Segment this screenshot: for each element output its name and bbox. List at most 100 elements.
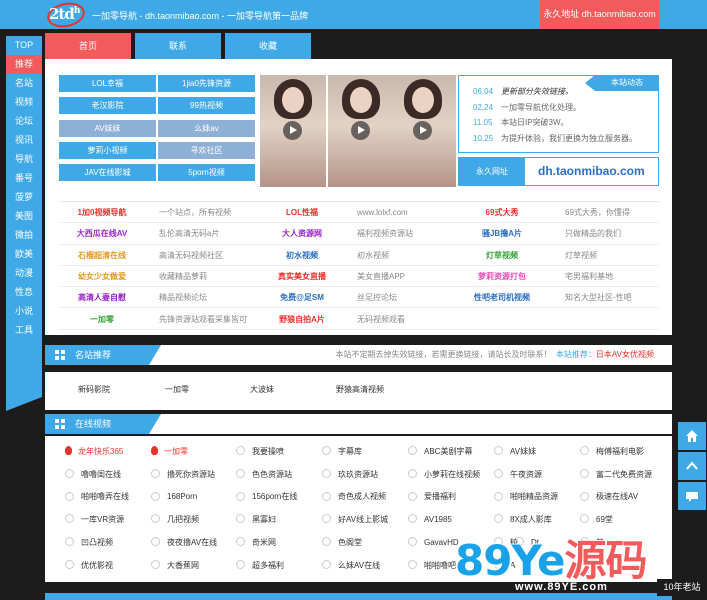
- recommend-note-link[interactable]: 日本AV女优视频: [596, 350, 654, 359]
- online-video-link[interactable]: 几把视频: [151, 509, 199, 531]
- online-video-link[interactable]: 一库VR资源: [65, 509, 124, 531]
- site-link[interactable]: 一加零: [59, 309, 145, 330]
- online-video-link[interactable]: 富二代免费资源: [580, 464, 652, 486]
- site-link[interactable]: 大西瓜在线AV: [59, 223, 145, 244]
- online-video-link[interactable]: 梅傅福利电影: [580, 441, 644, 463]
- online-video-link[interactable]: 奇色成人视频: [322, 486, 386, 508]
- recommend-link[interactable]: 新码影院: [78, 384, 110, 395]
- online-video-link[interactable]: 午夜资源: [494, 464, 542, 486]
- site-link[interactable]: 1加0视频导航: [59, 202, 145, 223]
- left-nav-item[interactable]: TOP: [6, 36, 42, 55]
- online-video-link[interactable]: 一加零: [151, 441, 188, 463]
- left-nav-item[interactable]: 名站: [6, 74, 42, 93]
- online-video-link[interactable]: 小萝莉在线视频: [408, 464, 480, 486]
- online-video-link[interactable]: 龙年快乐365: [65, 441, 123, 463]
- online-video-link[interactable]: 156porn在线: [236, 486, 297, 508]
- play-icon[interactable]: [351, 121, 370, 140]
- online-video-link[interactable]: 极速在线AV: [580, 486, 638, 508]
- online-video-link[interactable]: 夜夜撸AV在线: [151, 532, 217, 554]
- left-nav-item[interactable]: 视讯: [6, 131, 42, 150]
- online-video-link[interactable]: 凹凸视频: [65, 532, 113, 554]
- category-button[interactable]: 99热视频: [158, 97, 255, 115]
- online-video-link[interactable]: 啪啪精品资源: [494, 486, 558, 508]
- online-video-link[interactable]: 优优影视: [65, 555, 113, 577]
- category-button[interactable]: 寻欢社区: [158, 141, 255, 159]
- left-nav-item[interactable]: 工具: [6, 321, 42, 340]
- online-video-link[interactable]: 好AV线上影城: [322, 509, 388, 531]
- left-nav-item[interactable]: 美图: [6, 207, 42, 226]
- recommend-link[interactable]: 野猿高清视频: [336, 384, 384, 395]
- site-link[interactable]: 石榴超清在线: [59, 245, 145, 266]
- online-video-link[interactable]: 么妹AV在线: [322, 555, 380, 577]
- online-video-link[interactable]: 奇米网: [236, 532, 276, 554]
- site-link[interactable]: 萝莉资源打包: [459, 266, 545, 287]
- play-icon[interactable]: [283, 121, 302, 140]
- tab-contact[interactable]: 联系: [135, 33, 221, 59]
- category-button[interactable]: 萝莉小视频: [59, 141, 156, 159]
- site-link[interactable]: LOL性福: [259, 202, 345, 223]
- site-link[interactable]: 性吧老司机视频: [459, 287, 545, 308]
- online-video-link[interactable]: 字幕库: [322, 441, 362, 463]
- online-video-link[interactable]: 超多福利: [236, 555, 284, 577]
- online-video-link[interactable]: 色阁堂: [322, 532, 362, 554]
- site-link[interactable]: 高清人妻自慰: [59, 287, 145, 308]
- left-nav-item[interactable]: 欧美: [6, 245, 42, 264]
- site-link[interactable]: 初水视频: [259, 245, 345, 266]
- permanent-url-link[interactable]: dh.taonmibao.com: [538, 158, 645, 185]
- site-link[interactable]: 真实美女直播: [259, 266, 345, 287]
- online-video-link[interactable]: 玖玖资源站: [322, 464, 378, 486]
- category-button[interactable]: 么妹av: [158, 119, 255, 137]
- home-float-button[interactable]: [678, 422, 706, 450]
- site-link[interactable]: 69式大秀: [459, 202, 545, 223]
- recommend-link[interactable]: 一加零: [165, 384, 189, 395]
- online-video-link[interactable]: GavavHD: [408, 532, 459, 554]
- category-button[interactable]: JAV在线影城: [59, 164, 156, 182]
- online-video-link[interactable]: 我要操喷: [236, 441, 284, 463]
- online-video-link[interactable]: 168Porn: [151, 486, 197, 508]
- play-icon[interactable]: [413, 121, 432, 140]
- site-link[interactable]: 骚JB撸A片: [459, 223, 545, 244]
- recommend-link[interactable]: 大波妹: [250, 384, 274, 395]
- tab-bookmark[interactable]: 收藏: [225, 33, 311, 59]
- chat-float-button[interactable]: [678, 482, 706, 510]
- left-nav-item[interactable]: 菠萝: [6, 188, 42, 207]
- online-video-link[interactable]: 黑寡妇: [236, 509, 276, 531]
- news-item[interactable]: 06.04 更新部分失效链接。: [473, 85, 573, 99]
- category-button[interactable]: LOL幸福: [59, 75, 156, 92]
- category-button[interactable]: AV妹妹: [59, 119, 156, 137]
- category-button[interactable]: 5porn视频: [158, 164, 255, 182]
- online-video-link[interactable]: 色色资源站: [236, 464, 292, 486]
- site-link[interactable]: 免费@足SM: [259, 287, 345, 308]
- left-nav-item[interactable]: 性息: [6, 283, 42, 302]
- tab-home[interactable]: 首页: [45, 33, 131, 59]
- left-nav-item[interactable]: 小说: [6, 302, 42, 321]
- news-item[interactable]: 10.25 为提升体验，我们更换为独立服务器。: [473, 132, 637, 146]
- online-video-link[interactable]: 啪啪噜吧: [408, 555, 456, 577]
- permanent-address-button[interactable]: 永久地址 dh.taonmibao.com: [540, 0, 659, 29]
- left-nav-item[interactable]: 微拍: [6, 226, 42, 245]
- online-video-link[interactable]: 爱播福利: [408, 486, 456, 508]
- online-video-link[interactable]: 撸死你资源站: [151, 464, 215, 486]
- left-nav-item[interactable]: 论坛: [6, 112, 42, 131]
- online-video-link[interactable]: 大香蕉网: [151, 555, 199, 577]
- left-nav-item[interactable]: 动漫: [6, 264, 42, 283]
- online-video-link[interactable]: 噜噜闺在线: [65, 464, 121, 486]
- news-item[interactable]: 02.24 一加零导航优化处理。: [473, 101, 581, 115]
- site-link[interactable]: 野狼自拍A片: [259, 309, 345, 330]
- back-to-top-button[interactable]: [678, 452, 706, 480]
- video-thumbnail-1[interactable]: [260, 75, 326, 187]
- category-button[interactable]: 老汉影院: [59, 97, 156, 115]
- online-video-link[interactable]: AV妹妹: [494, 441, 536, 463]
- news-item[interactable]: 11.05 本站日IP突破3W。: [473, 116, 569, 130]
- left-nav-item[interactable]: 视频: [6, 93, 42, 112]
- video-thumbnail-2[interactable]: [328, 75, 394, 187]
- site-link[interactable]: 大人资源网: [259, 223, 345, 244]
- left-nav-item[interactable]: 导航: [6, 150, 42, 169]
- online-video-link[interactable]: ABC美剧字幕: [408, 441, 472, 463]
- left-nav-item[interactable]: 推荐: [6, 55, 42, 74]
- online-video-link[interactable]: 啪啪噜弄在线: [65, 486, 129, 508]
- video-thumbnail-3[interactable]: [390, 75, 456, 187]
- site-logo[interactable]: 2tdh: [44, 0, 88, 31]
- left-nav-item[interactable]: 番号: [6, 169, 42, 188]
- site-link[interactable]: 灯草视频: [459, 245, 545, 266]
